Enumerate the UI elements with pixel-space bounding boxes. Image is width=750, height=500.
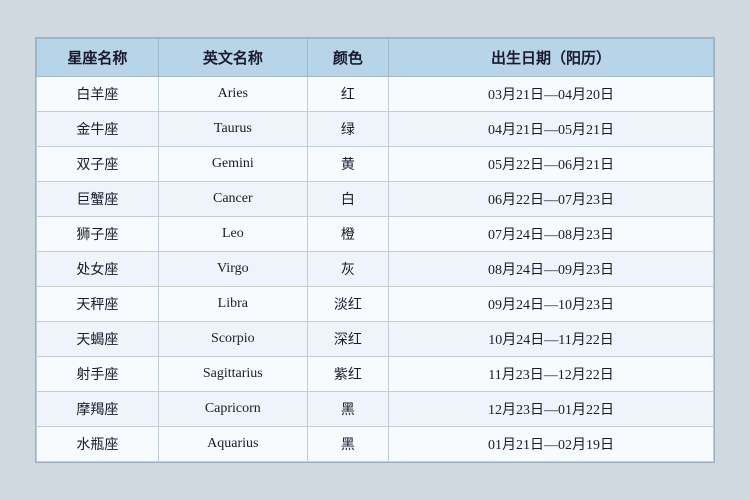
cell-chinese: 天蝎座 xyxy=(37,322,159,357)
header-color: 颜色 xyxy=(307,39,388,77)
cell-color: 黄 xyxy=(307,147,388,182)
table-row: 金牛座Taurus绿04月21日—05月21日 xyxy=(37,112,714,147)
cell-color: 黑 xyxy=(307,392,388,427)
cell-date: 03月21日—04月20日 xyxy=(389,77,714,112)
table-body: 白羊座Aries红03月21日—04月20日金牛座Taurus绿04月21日—0… xyxy=(37,77,714,462)
cell-color: 绿 xyxy=(307,112,388,147)
cell-chinese: 巨蟹座 xyxy=(37,182,159,217)
cell-chinese: 双子座 xyxy=(37,147,159,182)
cell-chinese: 金牛座 xyxy=(37,112,159,147)
cell-date: 01月21日—02月19日 xyxy=(389,427,714,462)
cell-english: Aries xyxy=(158,77,307,112)
header-date: 出生日期（阳历） xyxy=(389,39,714,77)
cell-chinese: 天秤座 xyxy=(37,287,159,322)
table-row: 天蝎座Scorpio深红10月24日—11月22日 xyxy=(37,322,714,357)
cell-english: Capricorn xyxy=(158,392,307,427)
cell-date: 11月23日—12月22日 xyxy=(389,357,714,392)
cell-color: 橙 xyxy=(307,217,388,252)
cell-english: Aquarius xyxy=(158,427,307,462)
zodiac-table: 星座名称 英文名称 颜色 出生日期（阳历） 白羊座Aries红03月21日—04… xyxy=(36,38,714,462)
cell-color: 红 xyxy=(307,77,388,112)
cell-color: 紫红 xyxy=(307,357,388,392)
cell-date: 10月24日—11月22日 xyxy=(389,322,714,357)
table-row: 白羊座Aries红03月21日—04月20日 xyxy=(37,77,714,112)
table-row: 射手座Sagittarius紫红11月23日—12月22日 xyxy=(37,357,714,392)
cell-date: 12月23日—01月22日 xyxy=(389,392,714,427)
cell-english: Gemini xyxy=(158,147,307,182)
cell-date: 05月22日—06月21日 xyxy=(389,147,714,182)
cell-english: Taurus xyxy=(158,112,307,147)
cell-date: 08月24日—09月23日 xyxy=(389,252,714,287)
cell-english: Cancer xyxy=(158,182,307,217)
table-row: 处女座Virgo灰08月24日—09月23日 xyxy=(37,252,714,287)
cell-chinese: 水瓶座 xyxy=(37,427,159,462)
cell-color: 黑 xyxy=(307,427,388,462)
cell-english: Leo xyxy=(158,217,307,252)
cell-color: 白 xyxy=(307,182,388,217)
cell-chinese: 狮子座 xyxy=(37,217,159,252)
cell-chinese: 处女座 xyxy=(37,252,159,287)
cell-date: 09月24日—10月23日 xyxy=(389,287,714,322)
table-header-row: 星座名称 英文名称 颜色 出生日期（阳历） xyxy=(37,39,714,77)
zodiac-table-container: 星座名称 英文名称 颜色 出生日期（阳历） 白羊座Aries红03月21日—04… xyxy=(35,37,715,463)
table-row: 水瓶座Aquarius黑01月21日—02月19日 xyxy=(37,427,714,462)
cell-date: 07月24日—08月23日 xyxy=(389,217,714,252)
cell-english: Sagittarius xyxy=(158,357,307,392)
table-row: 摩羯座Capricorn黑12月23日—01月22日 xyxy=(37,392,714,427)
cell-date: 04月21日—05月21日 xyxy=(389,112,714,147)
cell-chinese: 射手座 xyxy=(37,357,159,392)
cell-english: Virgo xyxy=(158,252,307,287)
table-row: 狮子座Leo橙07月24日—08月23日 xyxy=(37,217,714,252)
cell-chinese: 白羊座 xyxy=(37,77,159,112)
cell-color: 深红 xyxy=(307,322,388,357)
header-chinese: 星座名称 xyxy=(37,39,159,77)
cell-english: Scorpio xyxy=(158,322,307,357)
cell-color: 淡红 xyxy=(307,287,388,322)
header-english: 英文名称 xyxy=(158,39,307,77)
table-row: 双子座Gemini黄05月22日—06月21日 xyxy=(37,147,714,182)
cell-english: Libra xyxy=(158,287,307,322)
table-row: 巨蟹座Cancer白06月22日—07月23日 xyxy=(37,182,714,217)
cell-chinese: 摩羯座 xyxy=(37,392,159,427)
cell-color: 灰 xyxy=(307,252,388,287)
cell-date: 06月22日—07月23日 xyxy=(389,182,714,217)
table-row: 天秤座Libra淡红09月24日—10月23日 xyxy=(37,287,714,322)
